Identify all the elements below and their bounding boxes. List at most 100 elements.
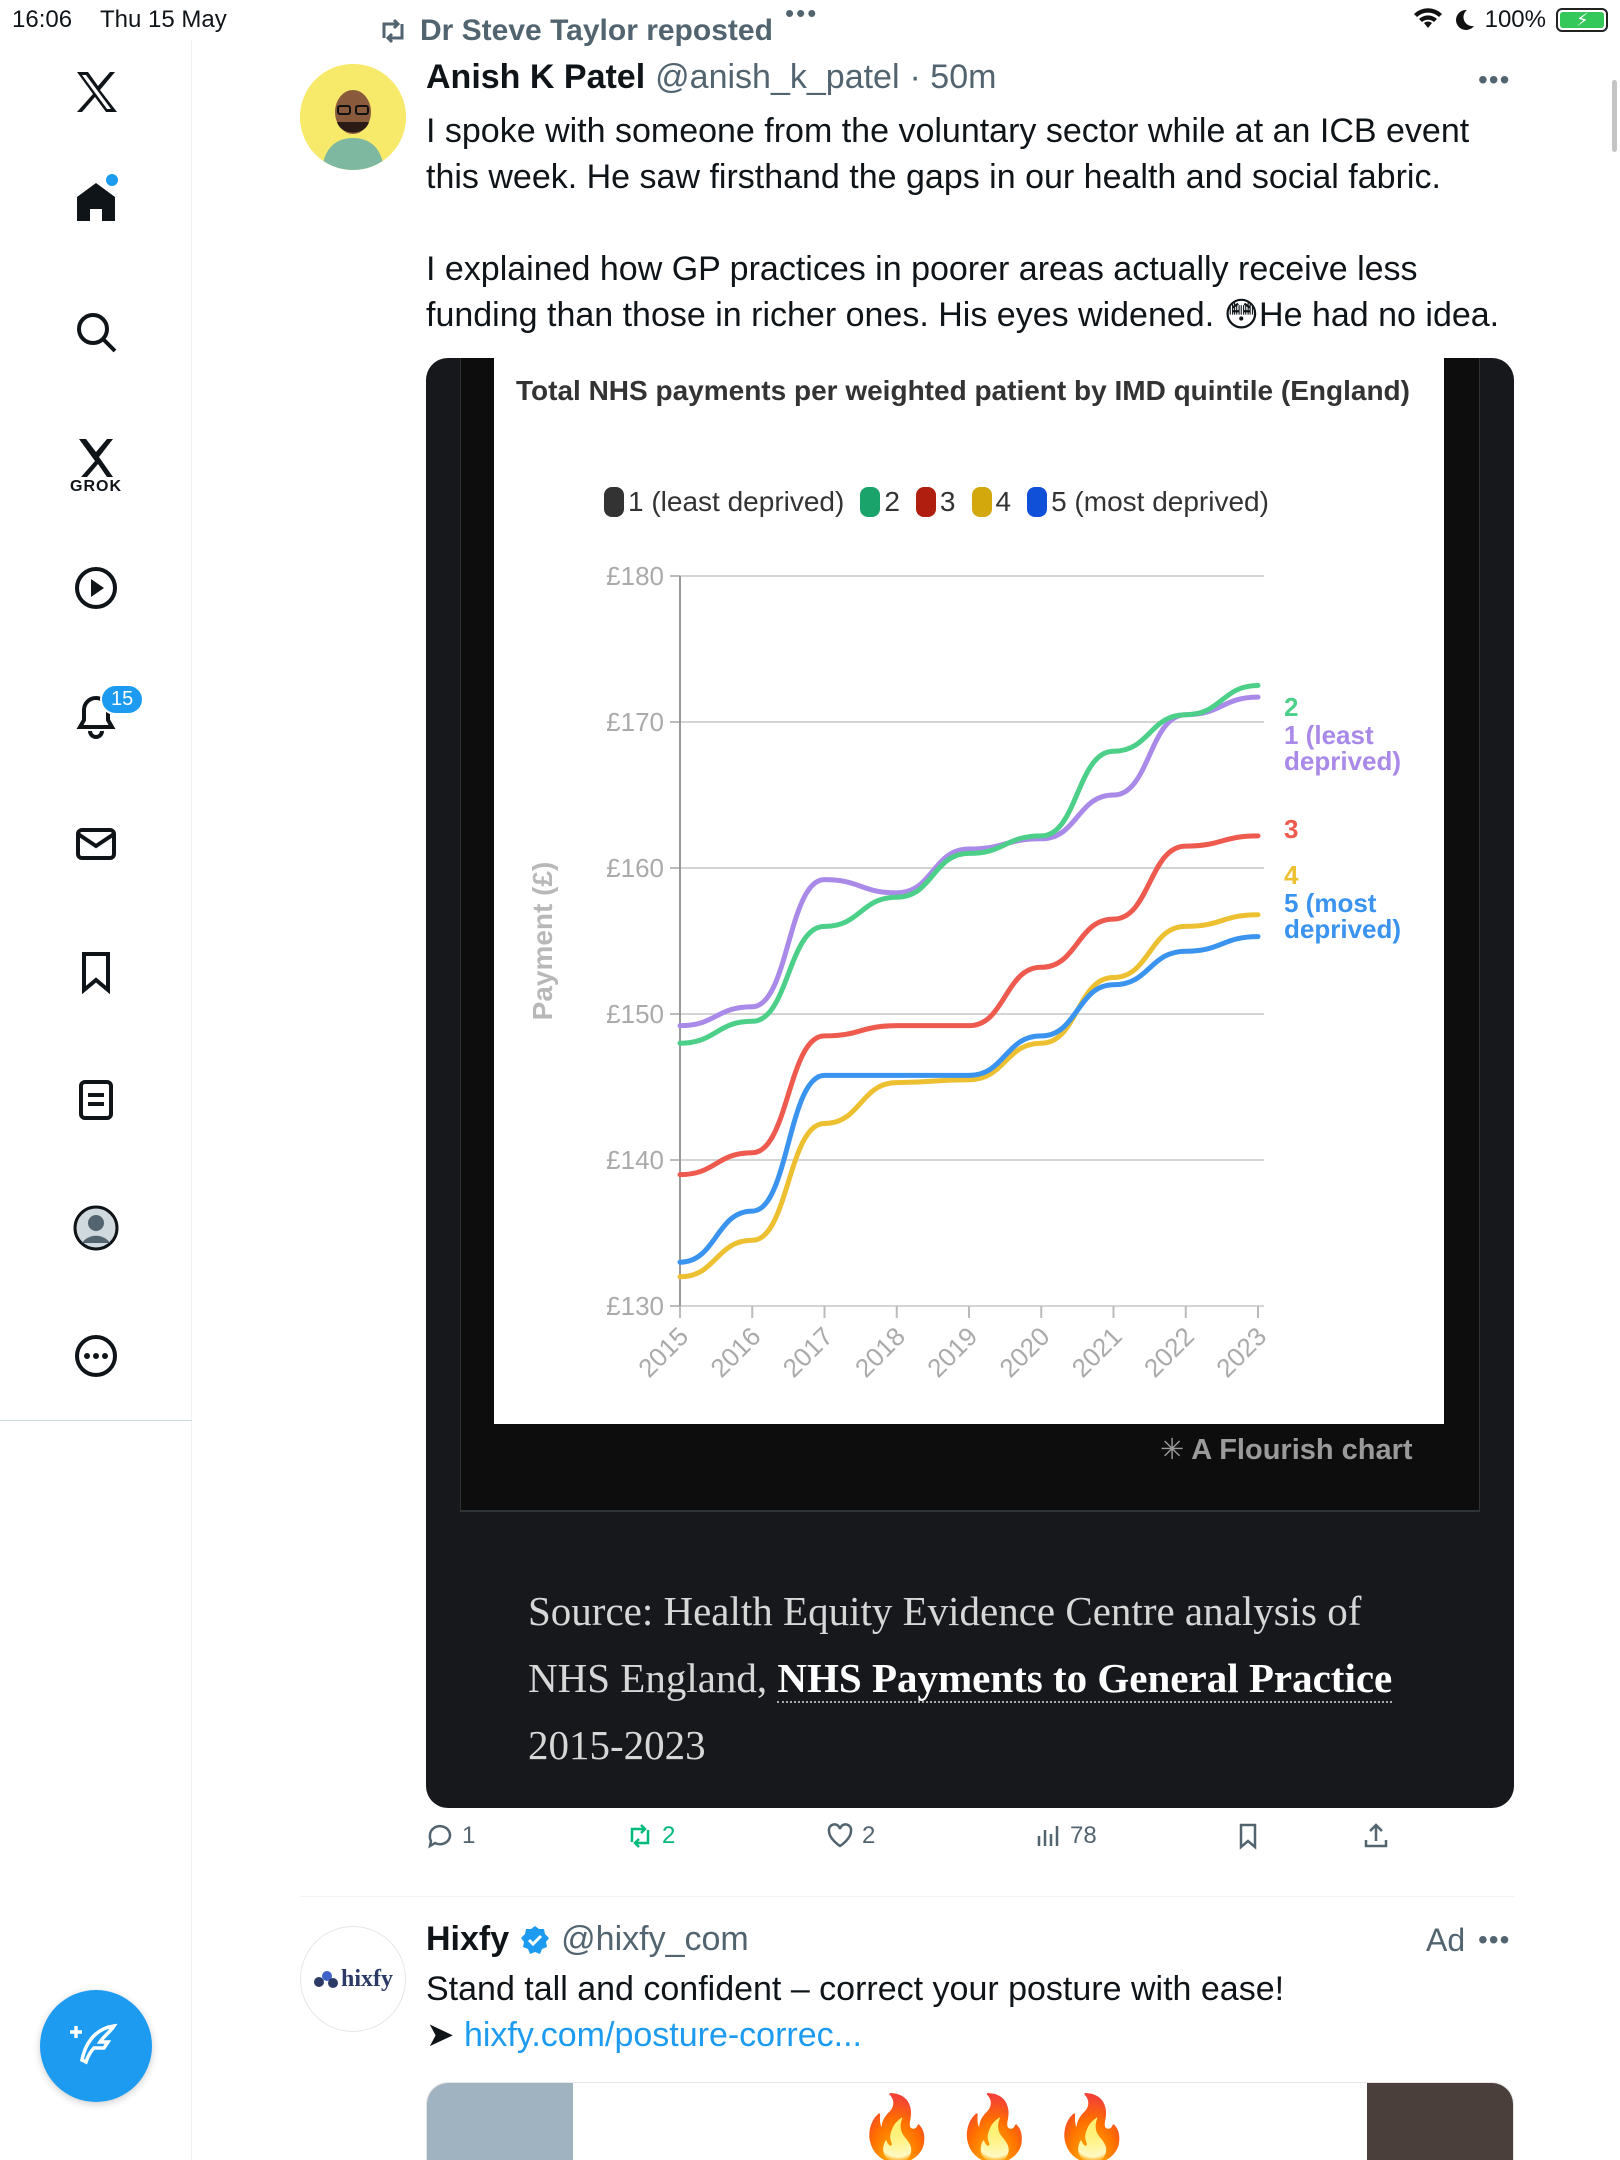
- x-tick-label: 2019: [921, 1321, 983, 1383]
- ad-image-right: [1367, 2083, 1513, 2160]
- hixfy-logo-icon: [313, 1971, 338, 1988]
- ad-text: Stand tall and confident – correct your …: [426, 1966, 1284, 2058]
- series-end-label: 2: [1284, 692, 1298, 722]
- series-end-label: deprived): [1284, 746, 1401, 776]
- y-tick-label: £180: [606, 561, 664, 591]
- tweet-paragraph-2: I explained how GP practices in poorer a…: [426, 246, 1526, 338]
- scrollbar[interactable]: [1612, 80, 1617, 152]
- series-line: [677, 833, 1261, 1178]
- reply-button[interactable]: 1: [426, 1822, 475, 1850]
- wifi-icon: [1413, 8, 1442, 28]
- flourish-watermark: ✳ A Flourish chart: [1160, 1434, 1413, 1466]
- author-handle[interactable]: @anish_k_patel: [655, 58, 899, 97]
- repost-count: 2: [662, 1822, 676, 1849]
- ad-arrow-icon: ➤: [426, 2016, 464, 2054]
- x-logo-icon[interactable]: [66, 62, 126, 122]
- search-icon[interactable]: [66, 302, 126, 362]
- battery-percent: 100%: [1484, 6, 1546, 33]
- lists-icon[interactable]: [66, 1070, 126, 1130]
- ad-image-left: [427, 2083, 573, 2160]
- ad-media-image[interactable]: 🔥🔥🔥: [426, 2082, 1514, 2160]
- repost-icon: [382, 18, 404, 44]
- views-button[interactable]: 78: [1034, 1822, 1097, 1850]
- chart-source-text: Source: Health Equity Evidence Centre an…: [528, 1578, 1428, 1779]
- ad-header: Hixfy @hixfy_com: [426, 1920, 749, 1959]
- y-tick-label: £150: [606, 999, 664, 1029]
- repost-indicator[interactable]: Dr Steve Taylor reposted: [378, 14, 773, 48]
- source-suffix: 2015-2023: [528, 1722, 706, 1768]
- repost-by-text: Dr Steve Taylor reposted: [420, 14, 773, 47]
- series-line: [677, 912, 1261, 1280]
- bookmark-icon: [1239, 1823, 1257, 1850]
- like-count: 2: [862, 1822, 876, 1849]
- ad-link[interactable]: hixfy.com/posture-correc...: [464, 2016, 862, 2054]
- tweet-more-icon[interactable]: •••: [1478, 64, 1510, 96]
- share-button[interactable]: [1362, 1822, 1390, 1850]
- tweet-text: I spoke with someone from the voluntary …: [426, 108, 1526, 384]
- compose-post-button[interactable]: [40, 1990, 152, 2102]
- x-tick-label: 2018: [849, 1321, 911, 1383]
- series-line: [677, 683, 1261, 1046]
- more-options-icon[interactable]: [66, 1326, 126, 1386]
- tweet-paragraph-1: I spoke with someone from the voluntary …: [426, 112, 1470, 196]
- series-end-label: 3: [1284, 814, 1298, 844]
- ad-more-icon[interactable]: •••: [1478, 1924, 1510, 1956]
- x-tick-label: 2023: [1210, 1321, 1272, 1383]
- home-unread-dot: [106, 174, 118, 186]
- status-bar: 16:06 Thu 15 May ••• 100% ⚡: [0, 0, 1620, 40]
- x-tick-label: 2015: [632, 1321, 694, 1383]
- tweet-actions: 1 2 2 78: [426, 1822, 1426, 1870]
- notifications-badge: 15: [100, 684, 145, 715]
- x-tick-label: 2021: [1066, 1321, 1128, 1383]
- reply-icon: [428, 1824, 452, 1849]
- messages-envelope-icon[interactable]: [66, 814, 126, 874]
- tweet-time[interactable]: · 50m: [910, 58, 997, 97]
- line-chart: £130£140£150£160£170£180Payment (£)2015 2…: [527, 561, 1401, 1383]
- flourish-watermark-text: A Flourish chart: [1191, 1434, 1413, 1466]
- profile-avatar-icon[interactable]: [66, 1198, 126, 1258]
- x-tick-label: 2022: [1138, 1321, 1200, 1383]
- repost-action-icon: [630, 1824, 650, 1848]
- status-date: Thu 15 May: [100, 6, 227, 33]
- ad-link-line: ➤ hixfy.com/posture-correc...: [426, 2012, 1284, 2058]
- compose-feather-icon: [70, 2023, 118, 2065]
- series-line: [677, 934, 1261, 1265]
- media-divider: [460, 1510, 1480, 1512]
- author-avatar[interactable]: [300, 64, 406, 170]
- view-count: 78: [1070, 1822, 1097, 1849]
- sidebar-divider: [0, 1420, 192, 1421]
- multitasking-dots-icon[interactable]: •••: [785, 0, 818, 29]
- heart-icon: [827, 1823, 853, 1848]
- share-icon: [1364, 1823, 1388, 1848]
- x-tick-label: 2017: [777, 1321, 839, 1383]
- like-button[interactable]: 2: [826, 1822, 875, 1850]
- views-chart-icon: [1037, 1826, 1059, 1846]
- video-icon[interactable]: [66, 558, 126, 618]
- advertiser-avatar-text: hixfy: [340, 1965, 393, 1992]
- feed-divider: [300, 1896, 1514, 1897]
- repost-button[interactable]: 2: [626, 1822, 675, 1850]
- bookmark-button[interactable]: [1234, 1822, 1262, 1850]
- fire-emoji-icon: 🔥🔥🔥: [857, 2092, 1151, 2160]
- x-tick-label: 2016: [704, 1321, 766, 1383]
- y-tick-label: £160: [606, 853, 664, 883]
- advertiser-avatar[interactable]: hixfy: [300, 1926, 406, 2032]
- series-end-label: deprived): [1284, 914, 1401, 944]
- tweet-paragraph-2-end: He had no idea.: [1259, 296, 1500, 334]
- sidebar: GROK 15: [0, 40, 192, 2160]
- chart-panel: Total NHS payments per weighted patient …: [494, 358, 1444, 1424]
- advertiser-name[interactable]: Hixfy: [426, 1920, 509, 1959]
- y-tick-label: £130: [606, 1291, 664, 1321]
- status-right: 100% ⚡: [1413, 6, 1608, 34]
- ad-text-line: Stand tall and confident – correct your …: [426, 1970, 1285, 2008]
- series-line: [677, 694, 1261, 1029]
- tweet-header: Anish K Patel @anish_k_patel · 50m: [426, 58, 996, 97]
- bookmarks-icon[interactable]: [66, 942, 126, 1002]
- ad-label: Ad: [1426, 1922, 1466, 1958]
- status-time: 16:06: [12, 6, 73, 33]
- moon-icon: [1455, 9, 1474, 30]
- advertiser-handle[interactable]: @hixfy_com: [561, 1920, 749, 1959]
- grok-label: GROK: [70, 478, 122, 495]
- y-axis-label: Payment (£): [527, 862, 558, 1021]
- author-name[interactable]: Anish K Patel: [426, 58, 645, 97]
